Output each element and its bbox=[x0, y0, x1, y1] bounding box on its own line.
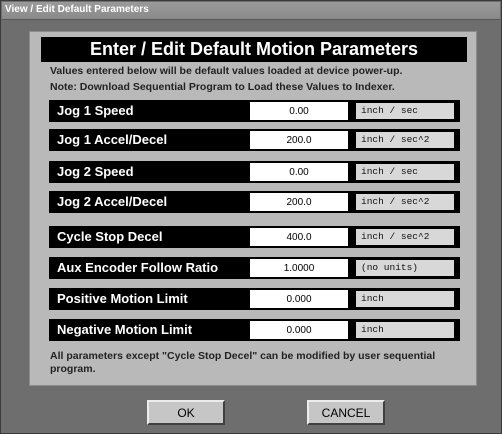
ok-button[interactable]: OK bbox=[147, 400, 225, 425]
param-label: Jog 1 Speed bbox=[57, 103, 134, 118]
cancel-button[interactable]: CANCEL bbox=[307, 400, 385, 425]
param-label: Negative Motion Limit bbox=[57, 322, 193, 337]
download-note: Note: Download Sequential Program to Loa… bbox=[50, 81, 395, 93]
param-row-jog2-speed: Jog 2 Speed inch / sec bbox=[49, 161, 460, 183]
dialog-window: View / Edit Default Parameters Enter / E… bbox=[0, 0, 502, 434]
positive-limit-input[interactable] bbox=[250, 290, 348, 308]
window-title: View / Edit Default Parameters bbox=[5, 4, 149, 15]
jog1-accel-input[interactable] bbox=[250, 131, 348, 149]
param-label: Jog 2 Speed bbox=[57, 164, 134, 179]
param-unit: inch / sec^2 bbox=[356, 194, 454, 210]
parameters-panel: Enter / Edit Default Motion Parameters V… bbox=[29, 31, 477, 386]
negative-limit-input[interactable] bbox=[250, 321, 348, 339]
param-unit: inch / sec bbox=[356, 164, 454, 180]
footer-note: All parameters except "Cycle Stop Decel"… bbox=[50, 350, 436, 375]
param-unit: inch / sec bbox=[356, 103, 454, 119]
param-unit: inch / sec^2 bbox=[356, 229, 454, 245]
power-up-note: Values entered below will be default val… bbox=[50, 65, 403, 77]
aux-encoder-ratio-input[interactable] bbox=[250, 259, 348, 277]
param-unit: inch bbox=[356, 291, 454, 307]
jog2-accel-input[interactable] bbox=[250, 193, 348, 211]
param-row-jog1-speed: Jog 1 Speed inch / sec bbox=[49, 100, 460, 122]
cycle-stop-decel-input[interactable] bbox=[250, 228, 348, 246]
param-label: Positive Motion Limit bbox=[57, 291, 188, 306]
page-title: Enter / Edit Default Motion Parameters bbox=[41, 37, 467, 62]
param-row-positive-limit: Positive Motion Limit inch bbox=[49, 288, 460, 310]
jog1-speed-input[interactable] bbox=[250, 102, 348, 120]
param-label: Aux Encoder Follow Ratio bbox=[57, 260, 219, 275]
param-label: Jog 1 Accel/Decel bbox=[57, 132, 168, 147]
param-label: Jog 2 Accel/Decel bbox=[57, 194, 168, 209]
jog2-speed-input[interactable] bbox=[250, 163, 348, 181]
param-label: Cycle Stop Decel bbox=[57, 229, 163, 244]
param-row-jog2-accel: Jog 2 Accel/Decel inch / sec^2 bbox=[49, 191, 460, 213]
title-bar[interactable]: View / Edit Default Parameters bbox=[2, 2, 500, 20]
param-unit: (no units) bbox=[356, 260, 454, 276]
param-row-aux-encoder-ratio: Aux Encoder Follow Ratio (no units) bbox=[49, 257, 460, 279]
param-row-negative-limit: Negative Motion Limit inch bbox=[49, 319, 460, 341]
param-unit: inch / sec^2 bbox=[356, 132, 454, 148]
param-unit: inch bbox=[356, 322, 454, 338]
param-row-cycle-stop-decel: Cycle Stop Decel inch / sec^2 bbox=[49, 226, 460, 248]
param-row-jog1-accel: Jog 1 Accel/Decel inch / sec^2 bbox=[49, 129, 460, 151]
